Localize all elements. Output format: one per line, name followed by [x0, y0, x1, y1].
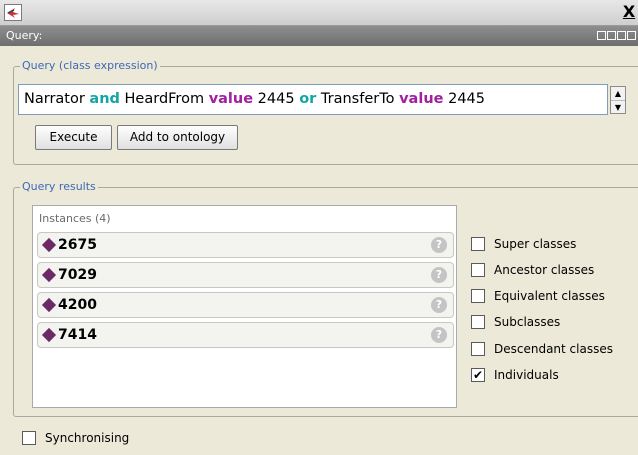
ancestor-classes-checkbox[interactable] — [471, 263, 485, 277]
help-icon[interactable]: ? — [431, 267, 447, 283]
spinner-up-icon[interactable]: ▲ — [611, 87, 625, 100]
synchronising-checkbox[interactable] — [22, 431, 36, 445]
synchronising-option[interactable]: Synchronising — [22, 430, 129, 446]
help-icon[interactable]: ? — [431, 237, 447, 253]
option-label: Super classes — [494, 237, 577, 251]
descendant-classes-checkbox[interactable] — [471, 342, 485, 356]
query-results-title: Query results — [20, 180, 98, 194]
expression-keyword: and — [89, 91, 120, 107]
expression-text: 2445 — [443, 91, 485, 107]
option-label: Descendant classes — [494, 342, 613, 356]
individual-icon — [41, 237, 57, 253]
list-item[interactable]: 2675 ? — [37, 232, 454, 258]
app-icon — [4, 4, 22, 21]
spinner-down-icon[interactable]: ▼ — [611, 100, 625, 113]
close-view-icon[interactable] — [627, 31, 636, 40]
expression-text: HeardFrom — [119, 91, 209, 107]
instances-header: Instances (4) — [39, 212, 111, 225]
individual-icon — [41, 327, 57, 343]
synchronising-label: Synchronising — [45, 431, 130, 445]
descendant-classes-option[interactable]: Descendant classes — [471, 341, 613, 357]
split-vertical-icon[interactable] — [597, 31, 606, 40]
expression-spinner[interactable]: ▲ ▼ — [610, 86, 626, 114]
option-label: Individuals — [494, 368, 559, 382]
super-classes-checkbox[interactable] — [471, 237, 485, 251]
subclasses-checkbox[interactable] — [471, 315, 485, 329]
class-expression-input[interactable]: Narrator and HeardFrom value 2445 or Tra… — [18, 84, 608, 115]
individual-icon — [41, 297, 57, 313]
expression-keyword: or — [299, 91, 317, 107]
option-label: Subclasses — [494, 315, 561, 329]
list-item[interactable]: 4200 ? — [37, 292, 454, 318]
view-title: Query: — [6, 29, 43, 42]
instances-list[interactable]: Instances (4) 2675 ? 7029 ? 4200 ? 7414 … — [32, 205, 457, 408]
ancestor-classes-option[interactable]: Ancestor classes — [471, 262, 594, 278]
view-header: Query: — [0, 26, 638, 46]
individual-icon — [41, 267, 57, 283]
window-title-bar: X — [0, 0, 638, 26]
view-controls — [597, 31, 636, 41]
individuals-checkbox[interactable]: ✔ — [471, 368, 485, 382]
list-item[interactable]: 7029 ? — [37, 262, 454, 288]
option-label: Ancestor classes — [494, 263, 595, 277]
super-classes-option[interactable]: Super classes — [471, 236, 576, 252]
split-horizontal-icon[interactable] — [607, 31, 616, 40]
instance-label: 2675 — [58, 237, 97, 253]
add-to-ontology-button[interactable]: Add to ontology — [117, 125, 238, 150]
float-view-icon[interactable] — [617, 31, 626, 40]
individuals-option[interactable]: ✔ Individuals — [471, 367, 559, 383]
option-label: Equivalent classes — [494, 289, 605, 303]
expression-keyword: value — [399, 91, 444, 107]
help-icon[interactable]: ? — [431, 327, 447, 343]
expression-keyword: value — [208, 91, 254, 107]
instance-label: 7414 — [58, 327, 97, 343]
help-icon[interactable]: ? — [431, 297, 447, 313]
expression-text: TransferTo — [316, 91, 400, 107]
equivalent-classes-checkbox[interactable] — [471, 289, 485, 303]
expression-text: Narrator — [24, 91, 90, 107]
subclasses-option[interactable]: Subclasses — [471, 314, 560, 330]
query-group-title: Query (class expression) — [20, 59, 160, 73]
instance-label: 4200 — [58, 297, 97, 313]
close-icon[interactable]: X — [622, 3, 636, 21]
expression-text: 2445 — [253, 91, 300, 107]
equivalent-classes-option[interactable]: Equivalent classes — [471, 288, 605, 304]
instance-label: 7029 — [58, 267, 97, 283]
execute-button[interactable]: Execute — [35, 125, 112, 150]
query-group: Query (class expression) — [13, 59, 638, 165]
list-item[interactable]: 7414 ? — [37, 322, 454, 348]
